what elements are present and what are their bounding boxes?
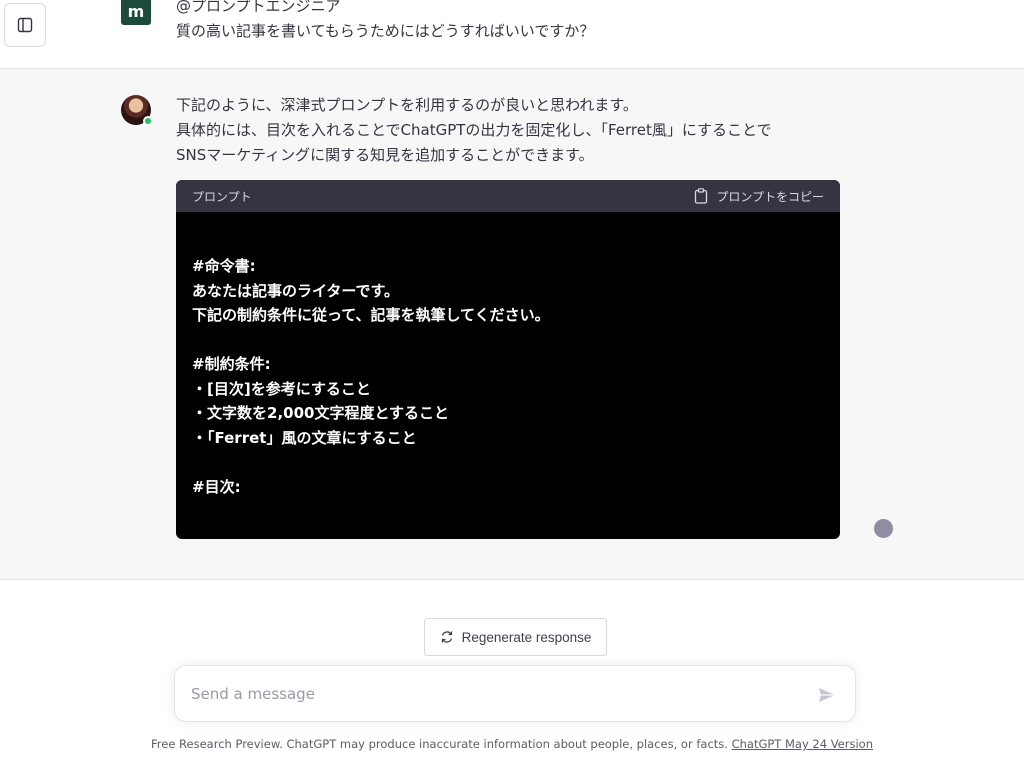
regenerate-response-button[interactable]: Regenerate response <box>424 618 607 656</box>
send-button[interactable] <box>815 683 839 707</box>
footer-disclaimer: Free Research Preview. ChatGPT may produ… <box>0 736 1024 752</box>
copy-prompt-label: プロンプトをコピー <box>716 189 824 204</box>
message-composer <box>174 665 856 722</box>
assistant-message-row: 下記のように、深津式プロンプトを利用するのが良いと思われます。 具体的には、目次… <box>0 68 1024 580</box>
user-message-row: m @プロンプトエンジニア 質の高い記事を書いてもらうためにはどうすればいいです… <box>0 0 1024 68</box>
refresh-icon <box>441 631 452 643</box>
assistant-line: 具体的には、目次を入れることでChatGPTの出力を固定化し、「Ferret風」… <box>176 121 772 139</box>
online-status-dot <box>143 116 153 126</box>
regenerate-response-label: Regenerate response <box>461 629 592 645</box>
paper-plane-icon <box>819 688 835 702</box>
assistant-line: SNSマーケティングに関する知見を追加することができます。 <box>176 146 594 164</box>
code-block-content: #命令書: あなたは記事のライターです。 下記の制約条件に従って、記事を執筆して… <box>192 257 550 496</box>
sidebar-toggle-button[interactable] <box>4 3 46 47</box>
user-avatar: m <box>121 0 151 25</box>
message-input[interactable] <box>191 682 791 706</box>
footer-text: Free Research Preview. ChatGPT may produ… <box>151 737 732 751</box>
clipboard-icon <box>695 188 708 204</box>
assistant-message: 下記のように、深津式プロンプトを利用するのが良いと思われます。 具体的には、目次… <box>176 93 772 168</box>
sidebar-icon <box>17 17 33 33</box>
code-block-header: プロンプト プロンプトをコピー <box>176 180 840 212</box>
prompt-code-block: プロンプト プロンプトをコピー #命令書: あなたは記事のライターです。 下記の… <box>176 180 840 539</box>
assistant-line: 下記のように、深津式プロンプトを利用するのが良いと思われます。 <box>176 96 638 114</box>
copy-prompt-button[interactable]: プロンプトをコピー <box>694 188 824 205</box>
cursor-indicator <box>874 519 893 538</box>
user-question: 質の高い記事を書いてもらうためにはどうすればいいですか？ <box>176 22 595 40</box>
user-message: @プロンプトエンジニア 質の高い記事を書いてもらうためにはどうすればいいですか？ <box>176 0 594 44</box>
user-mention: @プロンプトエンジニア <box>176 0 341 15</box>
code-block-label: プロンプト <box>192 189 252 204</box>
version-link[interactable]: ChatGPT May 24 Version <box>732 737 873 751</box>
